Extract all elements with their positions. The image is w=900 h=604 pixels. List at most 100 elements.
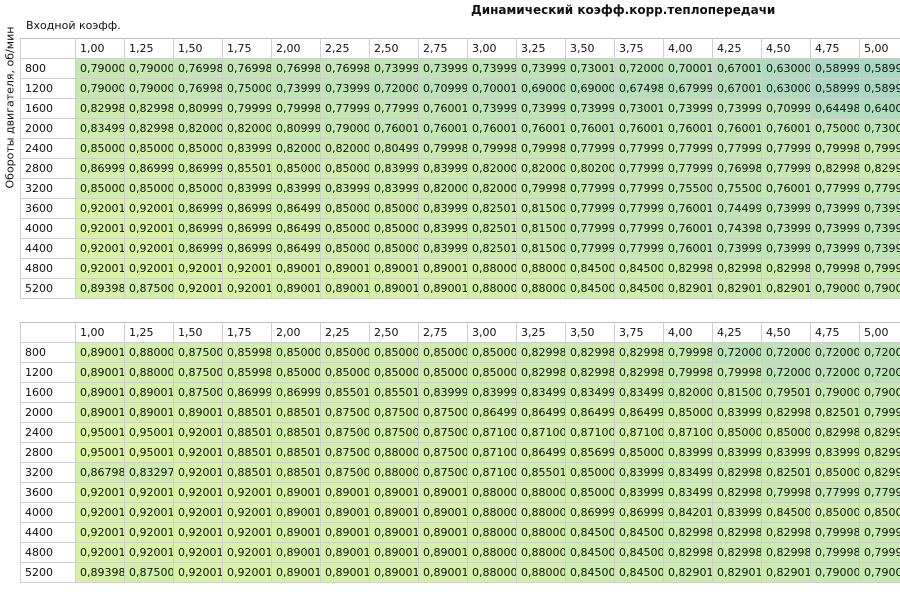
value-cell[interactable]: 0,82998 bbox=[712, 482, 762, 503]
value-cell[interactable]: 0,83999 bbox=[614, 482, 664, 503]
value-cell[interactable]: 0,72000 bbox=[369, 78, 419, 99]
value-cell[interactable]: 0,92001 bbox=[75, 258, 125, 279]
value-cell[interactable]: 0,84500 bbox=[614, 542, 664, 563]
value-cell[interactable]: 0,87500 bbox=[173, 342, 223, 363]
value-cell[interactable]: 0,76001 bbox=[516, 118, 566, 139]
value-cell[interactable]: 0,89001 bbox=[320, 562, 370, 583]
value-cell[interactable]: 0,82998 bbox=[712, 258, 762, 279]
value-cell[interactable]: 0,77999 bbox=[761, 138, 811, 159]
value-cell[interactable]: 0,89001 bbox=[271, 482, 321, 503]
value-cell[interactable]: 0,85000 bbox=[565, 462, 615, 483]
value-cell[interactable]: 0,85501 bbox=[516, 462, 566, 483]
value-cell[interactable]: 0,83499 bbox=[75, 118, 125, 139]
value-cell[interactable]: 0,72000 bbox=[614, 58, 664, 79]
value-cell[interactable]: 0,75000 bbox=[222, 78, 272, 99]
value-cell[interactable]: 0,92001 bbox=[124, 522, 174, 543]
value-cell[interactable]: 0,89001 bbox=[271, 502, 321, 523]
value-cell[interactable]: 0,63000 bbox=[761, 78, 811, 99]
value-cell[interactable]: 0,70999 bbox=[761, 98, 811, 119]
value-cell[interactable]: 0,95001 bbox=[75, 442, 125, 463]
value-cell[interactable]: 0,85000 bbox=[320, 362, 370, 383]
value-cell[interactable]: 0,85000 bbox=[271, 342, 321, 363]
value-cell[interactable]: 0,72000 bbox=[712, 342, 762, 363]
value-cell[interactable]: 0,77999 bbox=[565, 198, 615, 219]
value-cell[interactable]: 0,82998 bbox=[859, 422, 900, 443]
value-cell[interactable]: 0,77999 bbox=[565, 138, 615, 159]
value-cell[interactable]: 0,92001 bbox=[75, 482, 125, 503]
value-cell[interactable]: 0,82998 bbox=[516, 362, 566, 383]
value-cell[interactable]: 0,89001 bbox=[320, 502, 370, 523]
value-cell[interactable]: 0,79999 bbox=[222, 98, 272, 119]
value-cell[interactable]: 0,92001 bbox=[222, 522, 272, 543]
value-cell[interactable]: 0,82998 bbox=[859, 442, 900, 463]
value-cell[interactable]: 0,73999 bbox=[859, 218, 900, 239]
value-cell[interactable]: 0,87500 bbox=[369, 422, 419, 443]
value-cell[interactable]: 0,79000 bbox=[810, 562, 860, 583]
value-cell[interactable]: 0,92001 bbox=[124, 218, 174, 239]
value-cell[interactable]: 0,77999 bbox=[614, 158, 664, 179]
value-cell[interactable]: 0,82000 bbox=[173, 118, 223, 139]
value-cell[interactable]: 0,89001 bbox=[124, 382, 174, 403]
value-cell[interactable]: 0,92001 bbox=[173, 278, 223, 299]
value-cell[interactable]: 0,92001 bbox=[124, 542, 174, 563]
value-cell[interactable]: 0,82501 bbox=[467, 238, 517, 259]
value-cell[interactable]: 0,79998 bbox=[810, 138, 860, 159]
value-cell[interactable]: 0,77999 bbox=[565, 178, 615, 199]
value-cell[interactable]: 0,73999 bbox=[761, 238, 811, 259]
value-cell[interactable]: 0,69000 bbox=[516, 78, 566, 99]
value-cell[interactable]: 0,72000 bbox=[810, 362, 860, 383]
value-cell[interactable]: 0,92001 bbox=[75, 502, 125, 523]
value-cell[interactable]: 0,75500 bbox=[712, 178, 762, 199]
value-cell[interactable]: 0,79998 bbox=[418, 138, 468, 159]
value-cell[interactable]: 0,72000 bbox=[761, 342, 811, 363]
value-cell[interactable]: 0,79998 bbox=[271, 98, 321, 119]
value-cell[interactable]: 0,76998 bbox=[173, 58, 223, 79]
value-cell[interactable]: 0,82998 bbox=[124, 98, 174, 119]
value-cell[interactable]: 0,79998 bbox=[859, 522, 900, 543]
value-cell[interactable]: 0,82998 bbox=[663, 542, 713, 563]
value-cell[interactable]: 0,76998 bbox=[320, 58, 370, 79]
value-cell[interactable]: 0,77999 bbox=[614, 218, 664, 239]
value-cell[interactable]: 0,85000 bbox=[320, 238, 370, 259]
value-cell[interactable]: 0,82998 bbox=[712, 522, 762, 543]
value-cell[interactable]: 0,87100 bbox=[467, 422, 517, 443]
value-cell[interactable]: 0,83999 bbox=[320, 178, 370, 199]
value-cell[interactable]: 0,86999 bbox=[222, 382, 272, 403]
value-cell[interactable]: 0,84500 bbox=[614, 258, 664, 279]
value-cell[interactable]: 0,82000 bbox=[467, 178, 517, 199]
value-cell[interactable]: 0,72000 bbox=[859, 342, 900, 363]
value-cell[interactable]: 0,85000 bbox=[418, 342, 468, 363]
value-cell[interactable]: 0,85000 bbox=[761, 422, 811, 443]
value-cell[interactable]: 0,89001 bbox=[320, 482, 370, 503]
value-cell[interactable]: 0,81500 bbox=[516, 218, 566, 239]
value-cell[interactable]: 0,89001 bbox=[271, 542, 321, 563]
value-cell[interactable]: 0,76001 bbox=[418, 118, 468, 139]
value-cell[interactable]: 0,79998 bbox=[712, 362, 762, 383]
value-cell[interactable]: 0,83999 bbox=[810, 442, 860, 463]
value-cell[interactable]: 0,92001 bbox=[222, 542, 272, 563]
value-cell[interactable]: 0,88501 bbox=[222, 462, 272, 483]
value-cell[interactable]: 0,92001 bbox=[124, 482, 174, 503]
value-cell[interactable]: 0,73999 bbox=[320, 78, 370, 99]
value-cell[interactable]: 0,92001 bbox=[173, 422, 223, 443]
value-cell[interactable]: 0,79998 bbox=[761, 482, 811, 503]
value-cell[interactable]: 0,77999 bbox=[369, 98, 419, 119]
value-cell[interactable]: 0,82998 bbox=[614, 342, 664, 363]
value-cell[interactable]: 0,79998 bbox=[516, 178, 566, 199]
value-cell[interactable]: 0,88000 bbox=[516, 278, 566, 299]
value-cell[interactable]: 0,82998 bbox=[565, 362, 615, 383]
value-cell[interactable]: 0,92001 bbox=[173, 562, 223, 583]
value-cell[interactable]: 0,86999 bbox=[222, 238, 272, 259]
value-cell[interactable]: 0,85000 bbox=[320, 342, 370, 363]
value-cell[interactable]: 0,92001 bbox=[75, 198, 125, 219]
value-cell[interactable]: 0,88501 bbox=[222, 422, 272, 443]
value-cell[interactable]: 0,88000 bbox=[467, 502, 517, 523]
value-cell[interactable]: 0,82901 bbox=[761, 562, 811, 583]
value-cell[interactable]: 0,77999 bbox=[663, 138, 713, 159]
value-cell[interactable]: 0,70001 bbox=[663, 58, 713, 79]
value-cell[interactable]: 0,85000 bbox=[418, 362, 468, 383]
value-cell[interactable]: 0,72000 bbox=[761, 362, 811, 383]
value-cell[interactable]: 0,76001 bbox=[614, 118, 664, 139]
value-cell[interactable]: 0,92001 bbox=[222, 502, 272, 523]
value-cell[interactable]: 0,85998 bbox=[222, 362, 272, 383]
